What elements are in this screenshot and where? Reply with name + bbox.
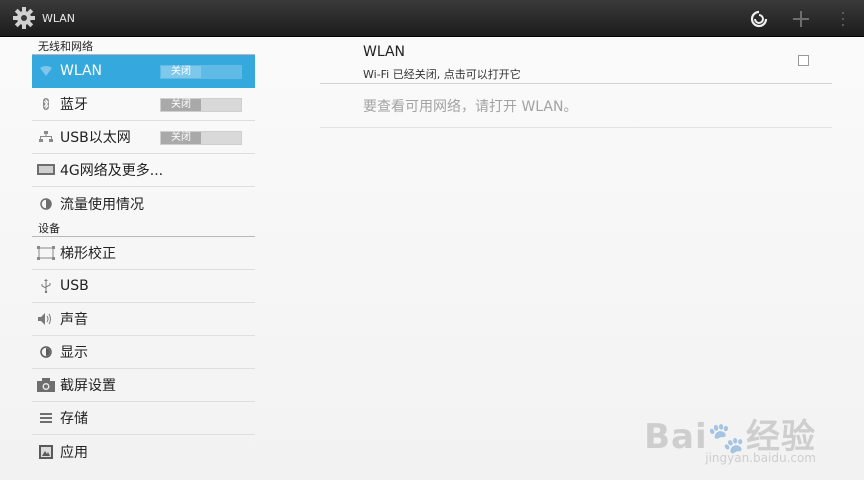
add-network-button[interactable] (780, 0, 822, 37)
nav-item-label: 4G网络及更多... (60, 163, 164, 179)
action-bar: WLAN (0, 0, 864, 37)
nav-item-storage[interactable]: 存储 (32, 402, 255, 435)
overflow-menu-button[interactable] (822, 0, 864, 37)
nav-item-label: 流量使用情况 (60, 196, 144, 213)
nav-item-more-networks[interactable]: 4G网络及更多... (32, 154, 255, 187)
nav-item-label: USB (60, 278, 89, 294)
empty-message: 要查看可用网络，请打开 WLAN。 (363, 99, 578, 115)
section-header-wireless: 无线和网络 (32, 38, 255, 55)
wlan-detail-pane: WLAN Wi-Fi 已经关闭, 点击可以打开它 要查看可用网络，请打开 WLA… (320, 38, 832, 128)
settings-gear-icon[interactable] (11, 5, 37, 31)
network-more-icon (32, 164, 60, 176)
volume-icon (32, 313, 60, 325)
action-bar-title: WLAN (42, 11, 76, 25)
usb-icon (32, 279, 60, 293)
nav-item-label: USB以太网 (60, 130, 131, 146)
wlan-summary: Wi-Fi 已经关闭, 点击可以打开它 (363, 68, 521, 81)
bluetooth-toggle[interactable]: 关闭 (160, 98, 242, 112)
brightness-icon (32, 346, 60, 358)
data-usage-icon (32, 197, 60, 210)
apps-icon (32, 444, 60, 459)
ethernet-icon (32, 131, 60, 143)
nav-item-label: 截屏设置 (60, 378, 116, 394)
overflow-menu-icon (841, 11, 845, 27)
nav-item-label: 蓝牙 (60, 97, 88, 113)
ethernet-toggle[interactable]: 关闭 (160, 131, 242, 145)
nav-item-data-usage[interactable]: 流量使用情况 (32, 187, 255, 220)
section-header-device: 设备 (32, 220, 255, 237)
storage-icon (32, 413, 60, 423)
nav-item-screenshot[interactable]: 截屏设置 (32, 369, 255, 402)
wlan-title: WLAN (363, 44, 406, 60)
wlan-toggle[interactable]: 关闭 (160, 65, 242, 79)
nav-item-label: 应用 (60, 444, 88, 461)
toggle-state-label: 关闭 (161, 132, 201, 144)
wifi-icon (32, 66, 60, 76)
settings-nav: 无线和网络 WLAN 关闭 蓝牙 关闭 USB以太网 关闭 4G网络及更多...… (32, 38, 255, 480)
wlan-switch-row[interactable]: WLAN Wi-Fi 已经关闭, 点击可以打开它 (320, 38, 832, 84)
nav-item-label: 显示 (60, 345, 88, 361)
nav-item-usb[interactable]: USB (32, 270, 255, 303)
add-icon (793, 10, 809, 27)
toggle-state-label: 关闭 (161, 66, 201, 78)
toggle-state-label: 关闭 (161, 99, 201, 111)
empty-network-list: 要查看可用网络，请打开 WLAN。 (320, 84, 832, 128)
camera-icon (32, 378, 60, 392)
nav-item-sound[interactable]: 声音 (32, 303, 255, 336)
nav-item-keystone[interactable]: 梯形校正 (32, 237, 255, 270)
wlan-checkbox[interactable] (798, 55, 809, 66)
nav-item-apps[interactable]: 应用 (32, 435, 255, 468)
wps-icon (750, 10, 768, 28)
nav-item-display[interactable]: 显示 (32, 336, 255, 369)
nav-item-wlan[interactable]: WLAN 关闭 (32, 55, 255, 88)
nav-item-label: 存储 (60, 411, 88, 427)
watermark-logo: Bai🐾经验 jingyan.baidu.com (644, 409, 816, 465)
keystone-icon (32, 246, 60, 260)
wps-button[interactable] (738, 0, 780, 37)
nav-item-usb-ethernet[interactable]: USB以太网 关闭 (32, 121, 255, 154)
watermark-url: jingyan.baidu.com (705, 451, 816, 465)
nav-item-label: 梯形校正 (60, 246, 116, 262)
bluetooth-icon (32, 98, 60, 110)
nav-item-label: WLAN (60, 63, 103, 79)
nav-item-bluetooth[interactable]: 蓝牙 关闭 (32, 88, 255, 121)
nav-item-label: 声音 (60, 312, 88, 328)
